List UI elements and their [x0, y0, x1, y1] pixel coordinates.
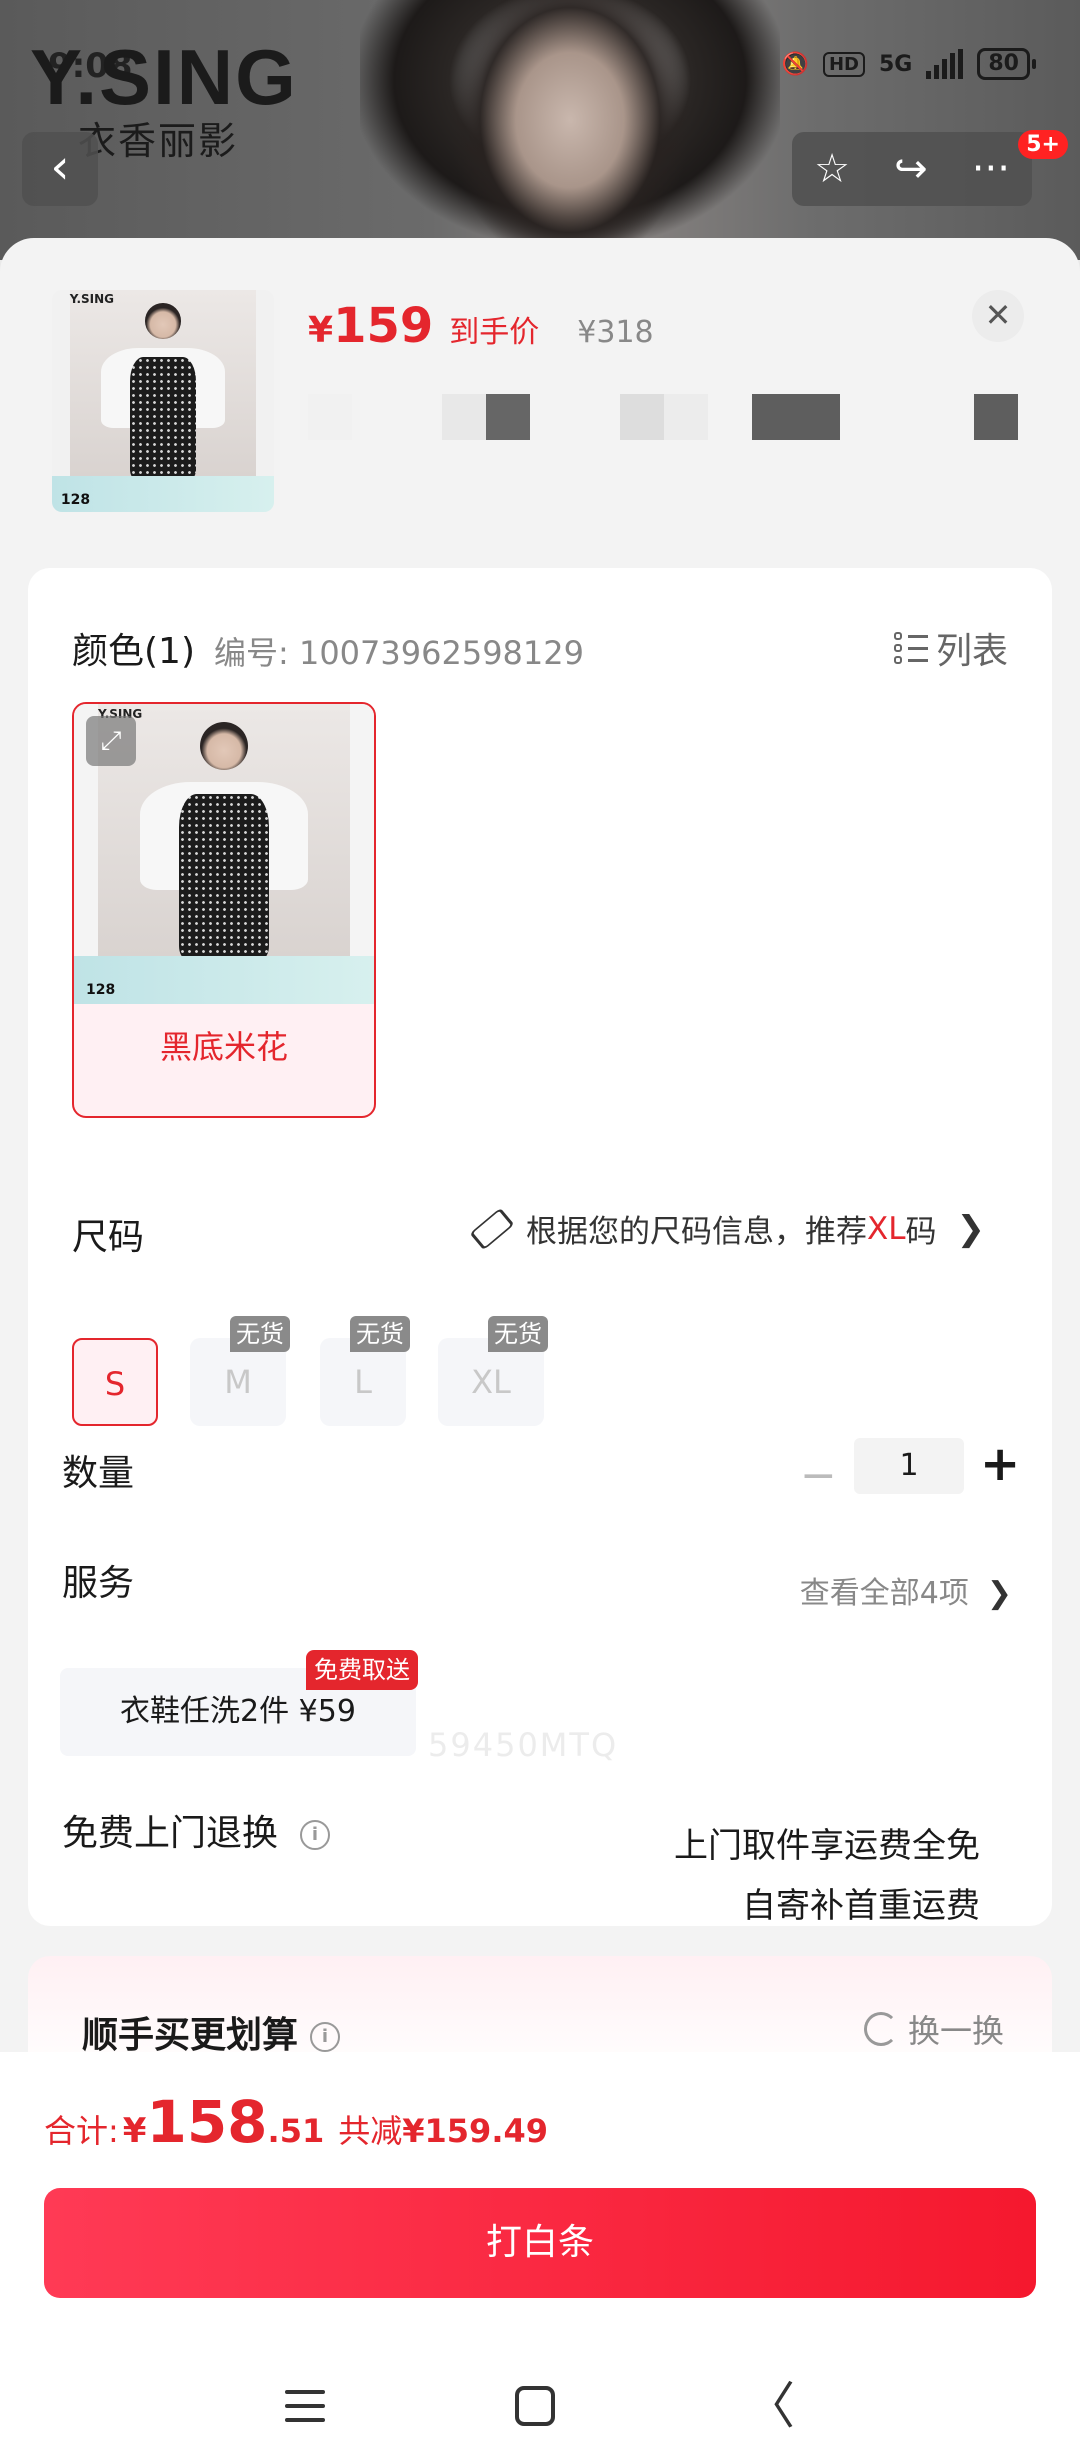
original-price: ¥318	[577, 315, 654, 350]
info-icon[interactable]: i	[310, 2022, 341, 2052]
hd-icon: HD	[822, 51, 865, 77]
network-label: 5G	[879, 51, 913, 77]
recommended-size: XL	[867, 1210, 906, 1247]
list-view-label: 列表	[935, 631, 1008, 672]
back-icon[interactable]: 〈	[745, 2381, 795, 2431]
bundle-title: 顺手买更划算 i	[82, 2006, 341, 2058]
selected-product-thumbnail[interactable]: Y.SING 128	[52, 290, 274, 512]
ruler-icon	[469, 1207, 515, 1250]
out-of-stock-tag: 无货	[488, 1316, 548, 1352]
color-option-name: 黑底米花	[159, 1028, 288, 1066]
pay-with-baitiao-button[interactable]: 打白条	[44, 2188, 1036, 2298]
quantity-input[interactable]: 1	[854, 1438, 964, 1494]
home-icon[interactable]	[515, 2386, 555, 2426]
thumb-logo: Y.SING	[69, 292, 115, 307]
battery-icon: 80	[977, 48, 1036, 80]
quantity-title: 数量	[62, 1453, 135, 1494]
status-icons: 🔕 HD 5G 80	[781, 48, 1036, 80]
size-option-m[interactable]: M 无货	[190, 1316, 290, 1426]
color-option-price: 128	[86, 982, 116, 998]
size-option-xl[interactable]: XL 无货	[438, 1316, 548, 1426]
pixelated-promo-row	[308, 394, 1028, 440]
total-discount: 共减¥159.49	[338, 2112, 548, 2150]
watermark: 59450MTQ	[428, 1726, 619, 1764]
total-amount: 158	[146, 2088, 268, 2156]
color-section-title: 颜色(1)	[72, 631, 195, 672]
out-of-stock-tag: 无货	[350, 1316, 410, 1352]
mute-icon: 🔕	[781, 51, 809, 77]
size-recommendation[interactable]: 根据您的尺码信息，推荐 XL 码 ❯	[469, 1206, 986, 1251]
list-icon	[893, 631, 928, 665]
final-price: 159	[333, 298, 434, 354]
size-section-title: 尺码	[72, 1217, 145, 1258]
price-row: ¥ 159 到手价 ¥318	[308, 298, 654, 354]
signal-icon	[926, 49, 964, 79]
refresh-icon	[863, 2012, 898, 2046]
view-all-services-link[interactable]: 查看全部4项 ❯	[800, 1568, 1012, 1612]
size-option-l[interactable]: L 无货	[320, 1316, 410, 1426]
system-nav-bar: 〈	[0, 2352, 1080, 2460]
favorite-icon[interactable]: ☆	[814, 146, 850, 192]
order-total: 合计: ¥ 158 .51 共减¥159.49	[44, 2088, 548, 2156]
back-button[interactable]: ‹	[22, 132, 98, 206]
quantity-increase-button[interactable]: +	[980, 1436, 1020, 1492]
free-pickup-badge: 免费取送	[306, 1650, 418, 1690]
options-card: 颜色(1) 编号: 10073962598129 列表 Y.SING 128 ⤢…	[28, 568, 1052, 1926]
chevron-right-icon: ❯	[986, 1576, 1012, 1611]
price-currency: ¥	[308, 310, 334, 351]
product-code: 编号: 10073962598129	[214, 634, 584, 672]
list-view-toggle[interactable]: 列表	[893, 622, 1008, 674]
free-return-title: 免费上门退换 i	[62, 1804, 331, 1856]
chevron-right-icon: ❯	[956, 1208, 986, 1249]
info-icon[interactable]: i	[300, 1820, 331, 1850]
top-action-bar: ☆ ↪ ···	[792, 132, 1032, 206]
share-icon[interactable]: ↪	[894, 146, 928, 192]
quantity-decrease-button[interactable]: −	[800, 1450, 837, 1501]
size-option-s[interactable]: S	[72, 1338, 158, 1426]
service-title: 服务	[62, 1563, 135, 1604]
checkout-footer: 合计: ¥ 158 .51 共减¥159.49 打白条 〈	[0, 2052, 1080, 2460]
out-of-stock-tag: 无货	[230, 1316, 290, 1352]
message-badge: 5+	[1018, 130, 1068, 159]
refresh-bundle-button[interactable]: 换一换	[863, 2006, 1004, 2052]
menu-icon[interactable]	[285, 2390, 325, 2422]
model-photo	[390, 0, 750, 260]
expand-icon[interactable]: ⤢	[86, 716, 136, 766]
more-icon[interactable]: ···	[972, 146, 1010, 192]
thumb-price: 128	[60, 491, 91, 508]
color-option[interactable]: Y.SING 128 ⤢ 黑底米花	[72, 702, 376, 1118]
return-policy-text: 上门取件享运费全免 自寄补首重运费	[674, 1826, 980, 1926]
final-price-label: 到手价	[449, 315, 540, 350]
close-button[interactable]: ✕	[972, 290, 1024, 342]
